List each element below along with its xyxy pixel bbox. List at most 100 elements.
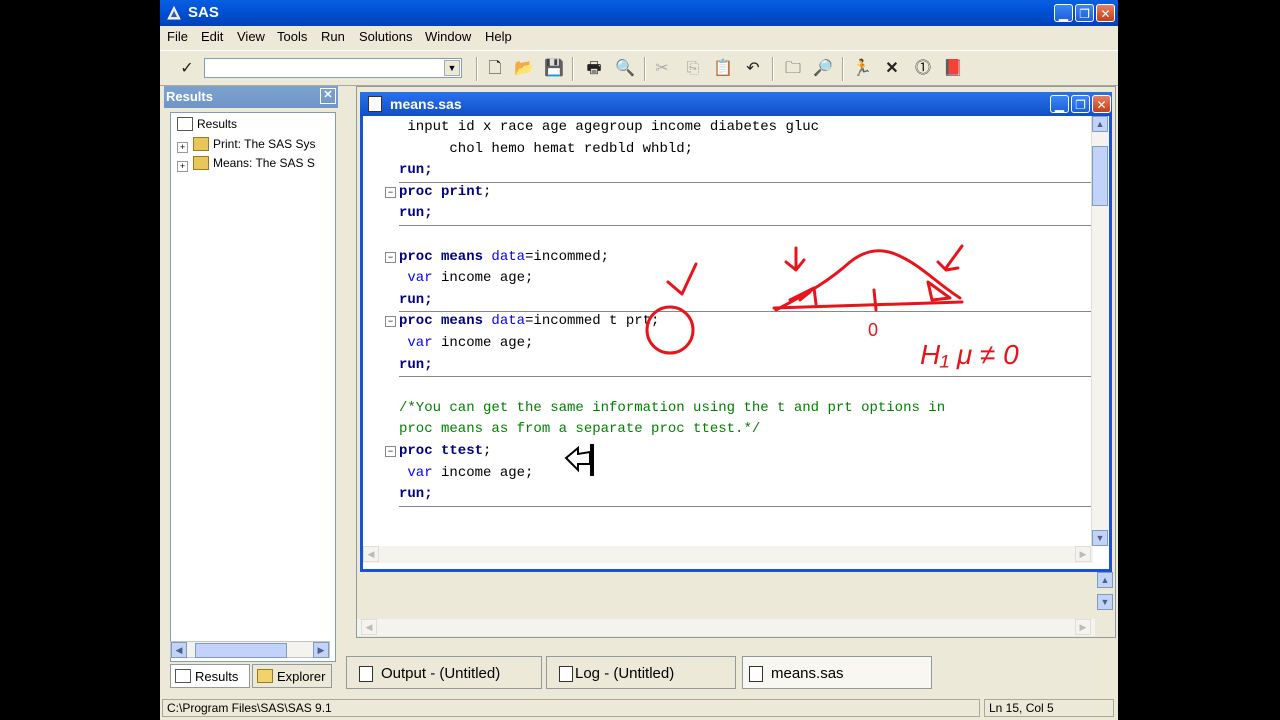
editor-maximize-button[interactable]: ❐ bbox=[1071, 95, 1090, 113]
folder-icon bbox=[193, 156, 209, 170]
tab-log-label: Log - (Untitled) bbox=[575, 665, 675, 682]
scroll-up-icon[interactable]: ▲ bbox=[1097, 572, 1113, 588]
code-token: ; bbox=[483, 183, 492, 200]
close-icon[interactable]: ✕ bbox=[320, 88, 336, 104]
workspace: means.sas ▁ ❐ ✕ input id x race age ageg… bbox=[356, 86, 1116, 638]
scroll-right-icon[interactable]: ▶ bbox=[1075, 546, 1091, 562]
code-line[interactable]: proc print; bbox=[399, 183, 491, 201]
code-line[interactable]: proc means data=incommed; bbox=[399, 248, 609, 266]
code-token: =incommed; bbox=[525, 248, 610, 265]
menu-edit[interactable]: Edit bbox=[201, 29, 223, 44]
menu-view[interactable]: View bbox=[237, 29, 265, 44]
toolbar-separator bbox=[772, 57, 774, 81]
expand-icon[interactable]: + bbox=[177, 161, 188, 172]
help-book-icon[interactable]: 📕 bbox=[943, 59, 963, 79]
program-file-icon bbox=[368, 96, 382, 112]
workspace-horizontal-scrollbar[interactable]: ◀ ▶ bbox=[357, 619, 1095, 636]
scroll-down-icon[interactable]: ▼ bbox=[1097, 594, 1113, 610]
expand-icon[interactable]: + bbox=[177, 142, 188, 153]
scroll-left-icon[interactable]: ◀ bbox=[171, 642, 187, 658]
code-line[interactable]: run; bbox=[399, 356, 433, 374]
tab-explorer[interactable]: Explorer bbox=[252, 664, 332, 688]
code-token: run; bbox=[399, 205, 433, 222]
results-horizontal-scrollbar[interactable]: ◀ ▶ bbox=[170, 641, 330, 658]
menu-window[interactable]: Window bbox=[425, 29, 471, 44]
print-icon[interactable]: 🖶 bbox=[584, 59, 604, 79]
code-line[interactable]: run; bbox=[399, 161, 433, 179]
code-line[interactable]: run; bbox=[399, 291, 433, 309]
undo-icon[interactable]: ↶ bbox=[743, 59, 763, 79]
explorer-icon[interactable]: 🔎 bbox=[813, 59, 833, 79]
code-line[interactable]: run; bbox=[399, 485, 433, 503]
submit-run-icon[interactable]: 🏃 bbox=[852, 59, 872, 79]
code-token: run; bbox=[399, 486, 433, 503]
code-line[interactable]: chol hemo hemat redbld whbld; bbox=[399, 140, 693, 158]
menu-file[interactable]: File bbox=[167, 29, 188, 44]
workspace-vertical-scrollbar[interactable]: ▲ ▼ bbox=[1097, 572, 1114, 622]
scroll-thumb[interactable] bbox=[195, 643, 287, 658]
menu-tools[interactable]: Tools bbox=[277, 29, 307, 44]
toolbar-separator bbox=[476, 57, 478, 81]
editor-close-button[interactable]: ✕ bbox=[1092, 95, 1111, 113]
code-token: proc print bbox=[399, 183, 484, 200]
tab-explorer-label: Explorer bbox=[277, 669, 326, 684]
chevron-down-icon[interactable]: ▼ bbox=[444, 60, 460, 76]
toolbar-separator bbox=[644, 57, 646, 81]
new-file-icon[interactable]: 🗋 bbox=[485, 59, 505, 79]
collapse-icon[interactable]: − bbox=[385, 186, 396, 198]
tab-results-label: Results bbox=[195, 669, 239, 684]
results-header-label: Results bbox=[166, 89, 213, 104]
clear-icon[interactable]: ✕ bbox=[882, 59, 902, 79]
editor-minimize-button[interactable]: ▁ bbox=[1050, 95, 1069, 113]
command-box[interactable]: ▼ bbox=[204, 58, 462, 78]
break-icon[interactable]: ⓵ bbox=[913, 59, 933, 79]
code-line[interactable]: proc means data=incommed t prt; bbox=[399, 312, 659, 330]
paste-icon[interactable]: 📋 bbox=[713, 59, 733, 79]
editor-horizontal-scrollbar[interactable]: ◀ ▶ bbox=[363, 546, 1093, 563]
editor-vertical-scrollbar[interactable]: ▲ ▼ bbox=[1091, 116, 1109, 546]
tab-results[interactable]: Results bbox=[170, 664, 250, 688]
save-icon[interactable]: 💾 bbox=[544, 59, 564, 79]
menu-run[interactable]: Run bbox=[321, 29, 345, 44]
restore-button[interactable]: ❐ bbox=[1075, 4, 1094, 22]
scroll-right-icon[interactable]: ▶ bbox=[1075, 619, 1091, 635]
scroll-right-icon[interactable]: ▶ bbox=[313, 642, 329, 658]
code-line[interactable]: input id x race age agegroup income diab… bbox=[399, 118, 819, 136]
scroll-thumb[interactable] bbox=[1092, 146, 1108, 206]
tab-log[interactable]: Log - (Untitled) bbox=[546, 656, 736, 689]
code-token: income age; bbox=[432, 464, 534, 481]
code-line[interactable]: var income age; bbox=[399, 464, 533, 482]
tab-means-sas[interactable]: means.sas bbox=[742, 656, 932, 689]
print-preview-icon[interactable]: 🔍 bbox=[615, 59, 635, 79]
minimize-button[interactable]: ▁ bbox=[1054, 4, 1073, 22]
copy-icon[interactable]: ⎘ bbox=[683, 59, 703, 79]
step-divider bbox=[399, 376, 1091, 378]
editor-window: means.sas ▁ ❐ ✕ input id x race age ageg… bbox=[360, 92, 1112, 572]
code-line[interactable]: run; bbox=[399, 204, 433, 222]
libraries-icon[interactable]: 🗀 bbox=[783, 59, 803, 79]
code-line[interactable]: var income age; bbox=[399, 334, 533, 352]
code-area[interactable]: input id x race age agegroup income diab… bbox=[363, 116, 1093, 546]
tab-output[interactable]: Output - (Untitled) bbox=[346, 656, 542, 689]
code-line[interactable]: proc ttest; bbox=[399, 442, 491, 460]
close-button[interactable]: ✕ bbox=[1096, 4, 1115, 22]
code-token: var bbox=[399, 270, 433, 287]
code-line[interactable]: var income age; bbox=[399, 269, 533, 287]
open-folder-icon[interactable]: 📂 bbox=[514, 59, 534, 79]
tab-means-sas-label: means.sas bbox=[771, 665, 844, 682]
cut-icon[interactable]: ✂ bbox=[652, 59, 672, 79]
scroll-down-icon[interactable]: ▼ bbox=[1092, 530, 1108, 546]
tree-item-label: Print: The SAS Sys bbox=[213, 137, 316, 151]
scroll-up-icon[interactable]: ▲ bbox=[1092, 116, 1108, 132]
collapse-icon[interactable]: − bbox=[385, 251, 396, 263]
scroll-left-icon[interactable]: ◀ bbox=[361, 619, 377, 635]
checkmark-icon[interactable]: ✓ bbox=[177, 59, 197, 79]
collapse-icon[interactable]: − bbox=[385, 316, 396, 328]
menu-solutions[interactable]: Solutions bbox=[359, 29, 412, 44]
code-token: run; bbox=[399, 356, 433, 373]
code-line[interactable]: proc means as from a separate proc ttest… bbox=[399, 420, 760, 438]
menu-help[interactable]: Help bbox=[485, 29, 512, 44]
code-line[interactable]: /*You can get the same information using… bbox=[399, 399, 945, 417]
scroll-left-icon[interactable]: ◀ bbox=[363, 546, 379, 562]
collapse-icon[interactable]: − bbox=[385, 446, 396, 457]
